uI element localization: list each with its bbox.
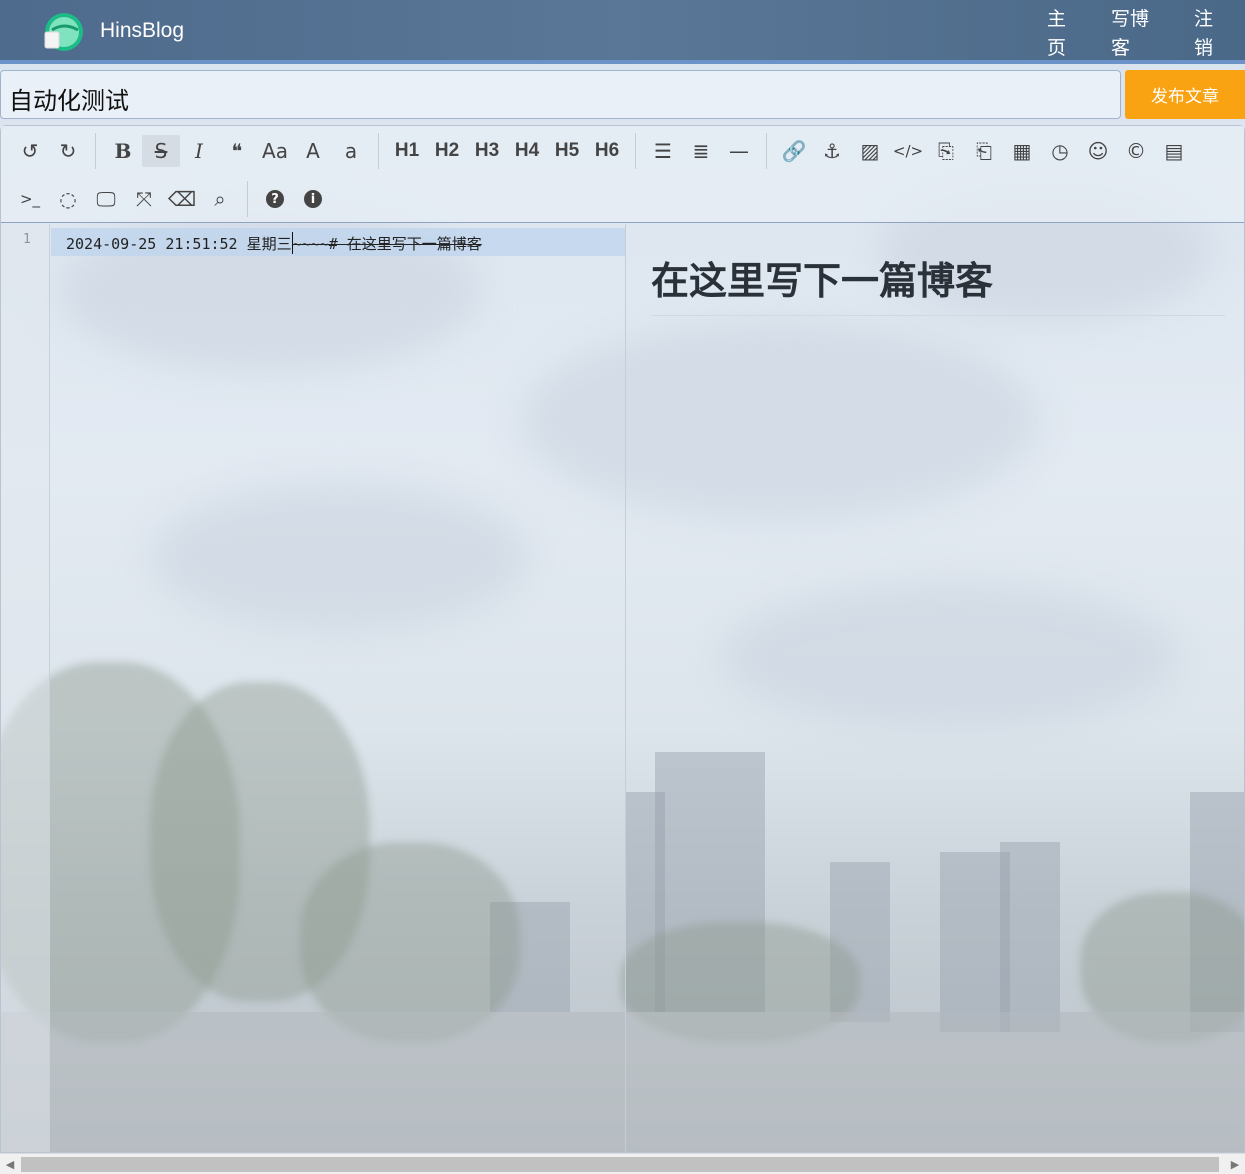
anchor-icon[interactable]: ⚓: [813, 135, 851, 167]
pagebreak-icon[interactable]: ▤: [1155, 135, 1193, 167]
scroll-right-icon[interactable]: ▶: [1229, 1158, 1241, 1171]
horizontal-scrollbar[interactable]: ◀ ▶: [0, 1153, 1245, 1174]
h1-button[interactable]: H1: [387, 135, 427, 167]
editor-toolbar: ↺ ↻ B S I ❝ Aa Aa H1 H2 H3 H4 H5 H6 ☰ ≣ — 🔗 ⚓ ▨ </> ⎘ ⎗ ▦ ◷ ☺ © ▤ >…: [1, 126, 1244, 223]
ordered-list-icon[interactable]: ≣: [682, 135, 720, 167]
lowercase-icon[interactable]: a: [332, 135, 370, 167]
code-file-icon[interactable]: ⎗: [965, 135, 1003, 167]
horizontal-rule-icon[interactable]: —: [720, 135, 758, 167]
preview-heading: 在这里写下一篇博客: [651, 250, 1225, 316]
toolbar-row-1: ↺ ↻ B S I ❝ Aa Aa H1 H2 H3 H4 H5 H6 ☰ ≣ — 🔗 ⚓ ▨ </> ⎘ ⎗ ▦ ◷ ☺ © ▤: [11, 131, 1193, 171]
h6-button[interactable]: H6: [587, 135, 627, 167]
preview-icon[interactable]: 🖵: [87, 183, 125, 215]
table-icon[interactable]: ▦: [1003, 135, 1041, 167]
unwatch-icon[interactable]: ◌: [49, 183, 87, 215]
toolbar-separator: [95, 133, 96, 169]
toolbar-separator: [766, 133, 767, 169]
help-icon[interactable]: ?: [256, 183, 294, 215]
scroll-left-icon[interactable]: ◀: [4, 1158, 16, 1171]
nav-home[interactable]: 主页: [1047, 5, 1066, 63]
nav-write-blog[interactable]: 写博客: [1111, 5, 1149, 63]
top-navbar: HinsBlog 主页 写博客 注销: [0, 0, 1245, 64]
markdown-editor: ↺ ↻ B S I ❝ Aa Aa H1 H2 H3 H4 H5 H6 ☰ ≣ — 🔗 ⚓ ▨ </> ⎘ ⎗ ▦ ◷ ☺ © ▤ >…: [0, 125, 1245, 1153]
capitalize-icon[interactable]: A: [294, 135, 332, 167]
logo-icon[interactable]: [40, 10, 84, 54]
uppercase-icon[interactable]: Aa: [256, 135, 294, 167]
code-line-struck-text: ~~~~# 在这里写下一篇博客: [292, 235, 482, 253]
info-icon[interactable]: i: [294, 183, 332, 215]
datetime-icon[interactable]: ◷: [1041, 135, 1079, 167]
nav-logout[interactable]: 注销: [1194, 5, 1213, 63]
image-icon[interactable]: ▨: [851, 135, 889, 167]
redo-icon[interactable]: ↻: [49, 135, 87, 167]
scrollbar-thumb[interactable]: [21, 1157, 1219, 1172]
editor-preview-pane: 在这里写下一篇博客: [627, 224, 1244, 1152]
toolbar-separator: [247, 181, 248, 217]
h3-button[interactable]: H3: [467, 135, 507, 167]
code-icon[interactable]: </>: [889, 135, 927, 167]
brand-name[interactable]: HinsBlog: [100, 19, 184, 43]
undo-icon[interactable]: ↺: [11, 135, 49, 167]
goto-line-icon[interactable]: >_: [11, 183, 49, 215]
code-block-icon[interactable]: ⎘: [927, 135, 965, 167]
title-input[interactable]: 自动化测试: [0, 70, 1121, 119]
unordered-list-icon[interactable]: ☰: [644, 135, 682, 167]
h4-button[interactable]: H4: [507, 135, 547, 167]
toolbar-row-2: >_ ◌ 🖵 ⤧ ⌫ ⌕? i: [11, 179, 332, 219]
quote-icon[interactable]: ❝: [218, 135, 256, 167]
h5-button[interactable]: H5: [547, 135, 587, 167]
toolbar-separator: [378, 133, 379, 169]
strikethrough-icon[interactable]: S: [142, 135, 180, 167]
code-line-prefix: 2024-09-25 21:51:52 星期三: [66, 235, 292, 253]
html-entities-icon[interactable]: ©: [1117, 135, 1155, 167]
line-gutter: 1: [1, 224, 50, 1152]
h2-button[interactable]: H2: [427, 135, 467, 167]
toolbar-separator: [635, 133, 636, 169]
editor-source-pane[interactable]: 1 2024-09-25 21:51:52 星期三~~~~# 在这里写下一篇博客: [1, 224, 626, 1152]
emoji-icon[interactable]: ☺: [1079, 135, 1117, 167]
code-line[interactable]: 2024-09-25 21:51:52 星期三~~~~# 在这里写下一篇博客: [51, 228, 625, 256]
bold-icon[interactable]: B: [104, 135, 142, 167]
italic-icon[interactable]: I: [180, 135, 218, 167]
publish-button[interactable]: 发布文章: [1125, 70, 1245, 119]
fullscreen-icon[interactable]: ⤧: [125, 183, 163, 215]
search-icon[interactable]: ⌕: [201, 183, 239, 215]
link-icon[interactable]: 🔗: [775, 135, 813, 167]
line-number: 1: [23, 232, 31, 247]
clear-icon[interactable]: ⌫: [163, 183, 201, 215]
